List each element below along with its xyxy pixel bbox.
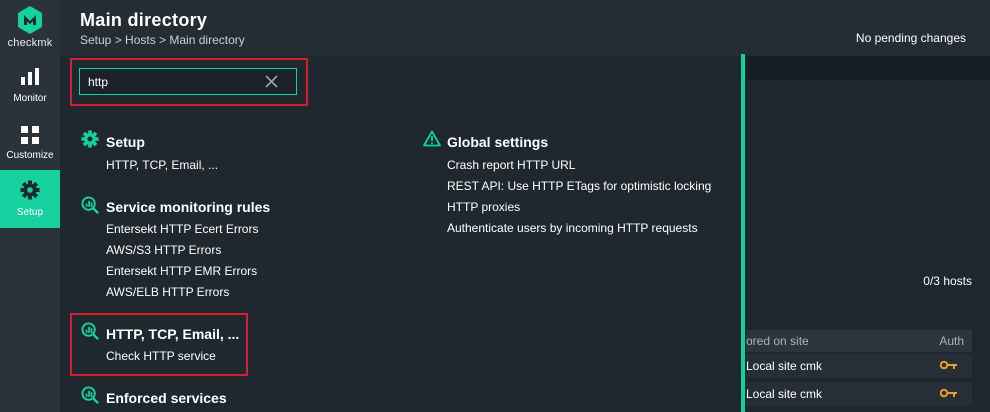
column-header-site: ored on site (746, 334, 809, 348)
table-row[interactable]: Local site cmk (746, 382, 972, 406)
key-icon (940, 360, 957, 370)
search-result-item[interactable]: Entersekt HTTP EMR Errors (106, 264, 257, 278)
search-result-item[interactable]: AWS/ELB HTTP Errors (106, 285, 229, 299)
bar-chart-icon (21, 68, 39, 85)
service-rules-icon (81, 386, 99, 404)
sidebar-item-label: Monitor (13, 93, 47, 104)
search-result-item[interactable]: REST API: Use HTTP ETags for optimistic … (447, 179, 711, 193)
checkmk-logo[interactable]: checkmk (0, 0, 60, 58)
table-header: ored on site Auth (746, 330, 972, 352)
service-rules-icon (81, 196, 99, 214)
topic-title-global-settings: Global settings (447, 134, 549, 150)
page-header: Main directory Setup > Hosts > Main dire… (60, 0, 990, 56)
warning-icon (423, 130, 441, 147)
column-header-auth: Auth (939, 334, 964, 348)
table-row[interactable]: Local site cmk (746, 354, 972, 378)
table-cell-site: Local site cmk (746, 387, 823, 401)
search-result-item[interactable]: HTTP proxies (447, 200, 520, 214)
search-result-item[interactable]: HTTP, TCP, Email, ... (106, 158, 218, 172)
search-result-item[interactable]: Authenticate users by incoming HTTP requ… (447, 221, 698, 235)
highlight-box-search (70, 58, 308, 106)
topic-title-enforced-services: Enforced services (106, 390, 227, 406)
key-icon (940, 388, 957, 398)
search-result-item[interactable]: Entersekt HTTP Ecert Errors (106, 222, 258, 236)
sidebar-item-customize[interactable]: Customize (0, 115, 60, 171)
search-result-item[interactable]: AWS/S3 HTTP Errors (106, 243, 221, 257)
highlight-box-http-result (70, 313, 248, 376)
topic-title-setup: Setup (106, 134, 145, 150)
sidebar-item-monitor[interactable]: Monitor (0, 58, 60, 114)
gear-icon (20, 180, 40, 200)
checkmk-logo-icon (18, 6, 42, 34)
popup-accent-bar (741, 54, 745, 412)
sidebar-item-label: Customize (6, 150, 54, 161)
breadcrumb[interactable]: Setup > Hosts > Main directory (80, 33, 245, 47)
table-cell-site: Local site cmk (746, 359, 823, 373)
search-result-item[interactable]: Crash report HTTP URL (447, 158, 575, 172)
sidebar-item-setup[interactable]: Setup (0, 170, 60, 228)
grid-icon (21, 126, 39, 144)
page-title: Main directory (80, 10, 208, 30)
sidebar: checkmk Monitor Customize Setup (0, 0, 60, 412)
hosts-count: 0/3 hosts (923, 274, 972, 288)
gear-icon (81, 130, 99, 148)
background-toolbar (746, 56, 990, 80)
topic-title-service-monitoring-rules: Service monitoring rules (106, 199, 271, 215)
pending-changes-status[interactable]: No pending changes (856, 31, 966, 45)
sidebar-item-label: Setup (16, 207, 44, 218)
logo-text: checkmk (7, 37, 53, 49)
